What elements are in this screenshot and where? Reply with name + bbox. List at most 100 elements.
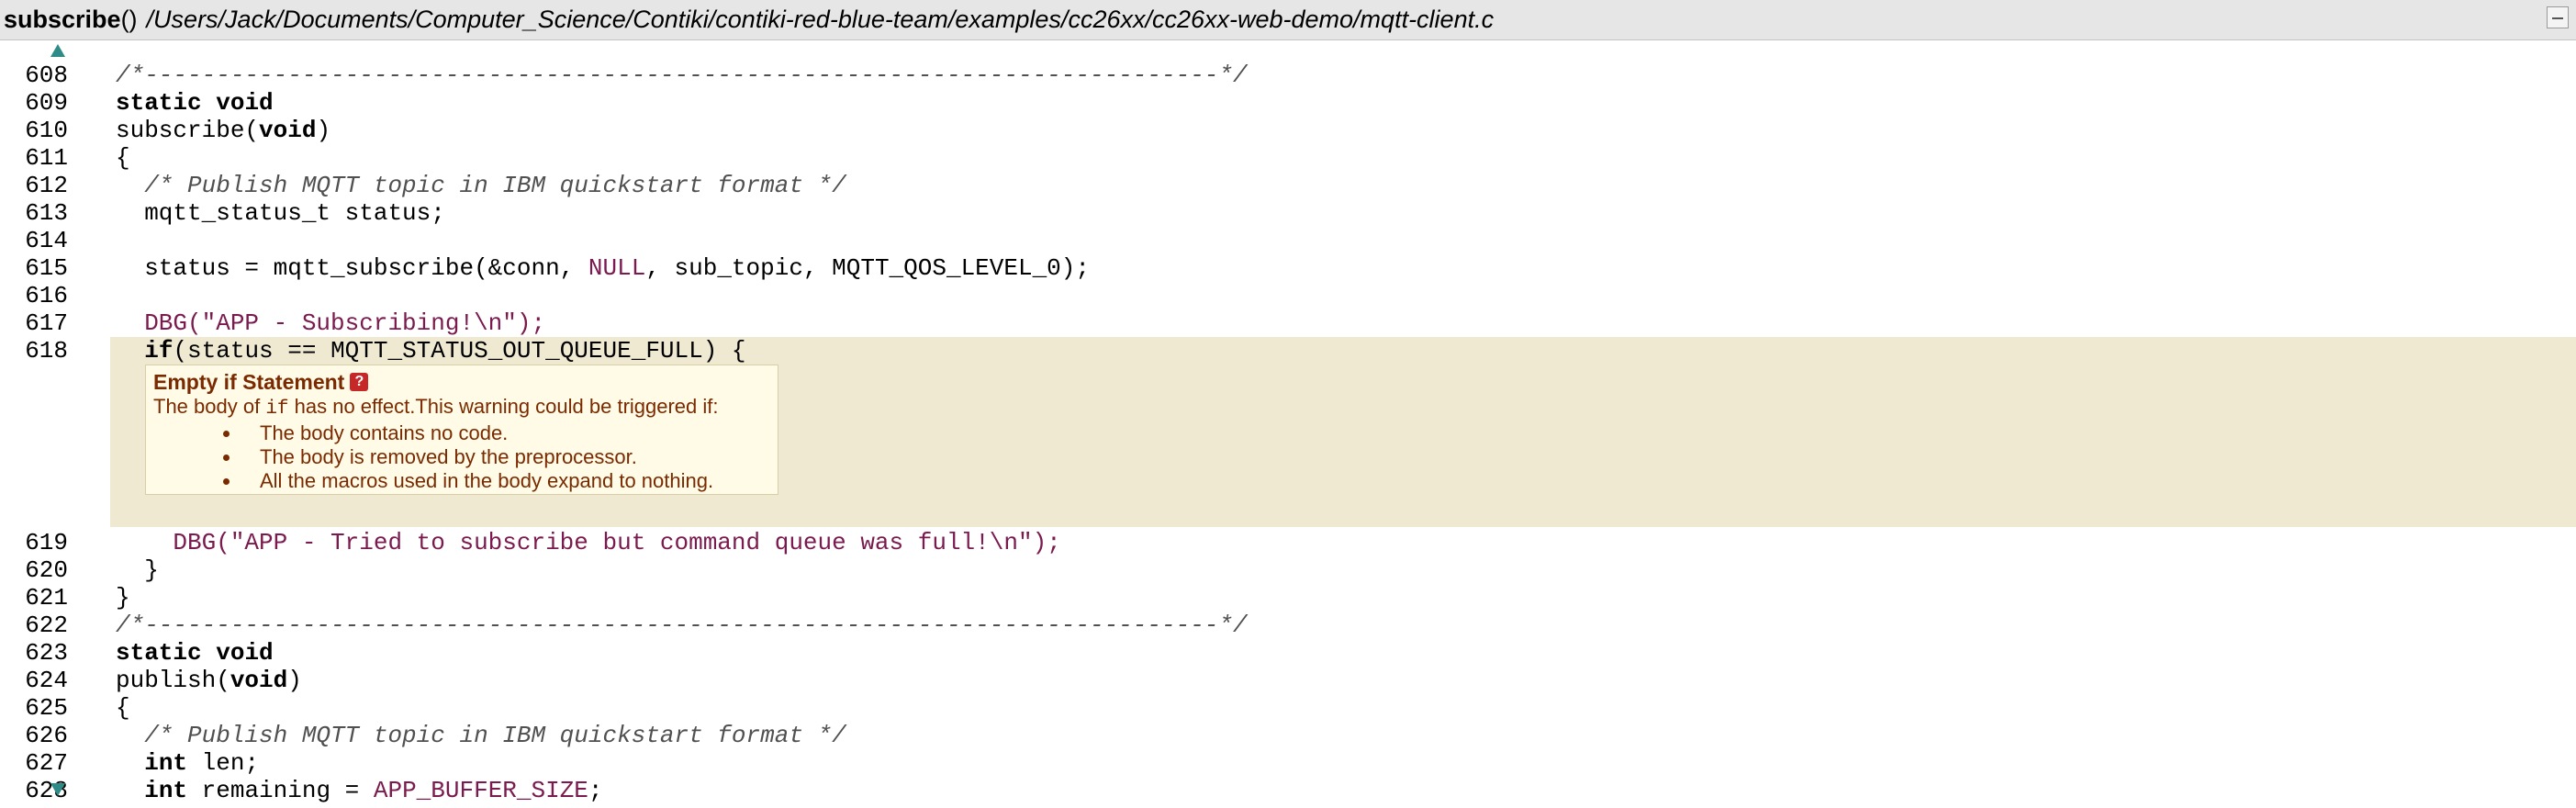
code-token: DBG("APP - Tried to subscribe but comman… [116,529,1061,556]
line-number: 613 [25,199,68,227]
code-token: void [259,117,317,144]
code-line: 623 static void [0,639,2576,667]
code-text: { [116,144,130,172]
scroll-up-arrow-icon[interactable] [50,44,65,57]
line-number: 612 [25,172,68,199]
code-view: 608 /*-----------------------------------… [0,62,2576,804]
code-token: } [116,556,159,584]
line-number: 625 [25,694,68,722]
code-token: mqtt_status_t status; [116,199,445,227]
code-token: NULL [588,254,646,282]
code-token: { [116,694,130,722]
code-text: mqtt_status_t status; [116,199,445,227]
code-token: publish( [116,667,230,694]
code-token: /*--------------------------------------… [116,62,1248,89]
line-number: 616 [25,282,68,309]
code-token: , sub_topic, MQTT_QOS_LEVEL_0); [645,254,1090,282]
code-token: DBG("APP - Subscribing!\n"); [116,309,546,337]
code-token: ) [316,117,331,144]
line-number: 627 [25,749,68,777]
code-token: /* Publish MQTT topic in IBM quickstart … [116,172,846,199]
line-number: 614 [25,227,68,254]
minimize-icon[interactable] [2547,6,2569,28]
code-line: 617 DBG("APP - Subscribing!\n"); [0,309,2576,337]
code-text: } [116,556,159,584]
help-icon[interactable]: ? [350,373,369,391]
warning-list-item: All the macros used in the body expand t… [241,469,770,493]
code-text: subscribe(void) [116,117,330,144]
code-line: 620 } [0,556,2576,584]
line-number: 624 [25,667,68,694]
line-number: 623 [25,639,68,667]
code-token: /* Publish MQTT topic in IBM quickstart … [116,722,846,749]
warning-box: Empty if Statement ? The body of if has … [145,365,778,495]
code-token: subscribe( [116,117,260,144]
code-line: 624 publish(void) [0,667,2576,694]
warning-title: Empty if Statement [153,370,345,394]
code-token: if [144,337,174,365]
code-line: 609 static void [0,89,2576,117]
line-number: 622 [25,612,68,639]
warning-desc-before: The body of [153,395,266,418]
warning-list-item: The body contains no code. [241,421,770,445]
file-path: /Users/Jack/Documents/Computer_Science/C… [146,6,1495,33]
code-token: { [116,144,130,172]
code-text: int len; [116,749,259,777]
warning-desc-code: if [265,398,289,420]
line-number: 610 [25,117,68,144]
code-text: publish(void) [116,667,302,694]
warning-list-item: The body is removed by the preprocessor. [241,445,770,469]
line-number: 619 [25,529,68,556]
code-token: void [216,89,274,117]
function-parens: () [120,6,138,33]
code-line: 618 if(status == MQTT_STATUS_OUT_QUEUE_F… [0,337,2576,365]
scroll-down-arrow-icon[interactable] [50,783,65,796]
warning-list: The body contains no code. The body is r… [153,421,770,493]
code-line: 625 { [0,694,2576,722]
code-text: /*--------------------------------------… [116,62,1248,89]
line-number: 620 [25,556,68,584]
code-token: len; [187,749,260,777]
code-line: 615 status = mqtt_subscribe(&conn, NULL,… [0,254,2576,282]
code-token: static [116,89,202,117]
code-token: /*--------------------------------------… [116,612,1248,639]
code-line: 621} [0,584,2576,612]
code-text: { [116,694,130,722]
code-token: int [144,777,188,804]
code-token: APP_BUFFER_SIZE [373,777,588,804]
title-bar: subscribe () /Users/Jack/Documents/Compu… [0,0,2576,40]
code-text: DBG("APP - Tried to subscribe but comman… [116,529,1061,556]
warning-panel-row: Empty if Statement ? The body of if has … [0,363,2576,529]
line-number: 609 [25,89,68,117]
code-token: void [230,667,288,694]
code-token: ; [588,777,603,804]
warning-title-row: Empty if Statement ? [153,369,770,395]
code-token: void [216,639,274,667]
code-token: (status == MQTT_STATUS_OUT_QUEUE_FULL) { [173,337,746,365]
warning-description: The body of if has no effect.This warnin… [153,395,770,421]
code-line: 612 /* Publish MQTT topic in IBM quickst… [0,172,2576,199]
code-token: ) [287,667,302,694]
code-line: 619 DBG("APP - Tried to subscribe but co… [0,529,2576,556]
line-number: 621 [25,584,68,612]
code-text: DBG("APP - Subscribing!\n"); [116,309,545,337]
code-line: 611 { [0,144,2576,172]
code-line: 627 int len; [0,749,2576,777]
line-number: 626 [25,722,68,749]
code-line: 628 int remaining = APP_BUFFER_SIZE; [0,777,2576,804]
code-line: 613 mqtt_status_t status; [0,199,2576,227]
warning-desc-after: has no effect.This warning could be trig… [288,395,719,418]
code-text: if(status == MQTT_STATUS_OUT_QUEUE_FULL)… [116,337,746,365]
line-number: 617 [25,309,68,337]
code-text: /*--------------------------------------… [116,612,1248,639]
code-token: } [116,584,130,612]
function-name: subscribe [4,6,121,33]
line-number: 615 [25,254,68,282]
code-token: int [144,749,188,777]
code-text: int remaining = APP_BUFFER_SIZE; [116,777,603,804]
code-line: 626 /* Publish MQTT topic in IBM quickst… [0,722,2576,749]
